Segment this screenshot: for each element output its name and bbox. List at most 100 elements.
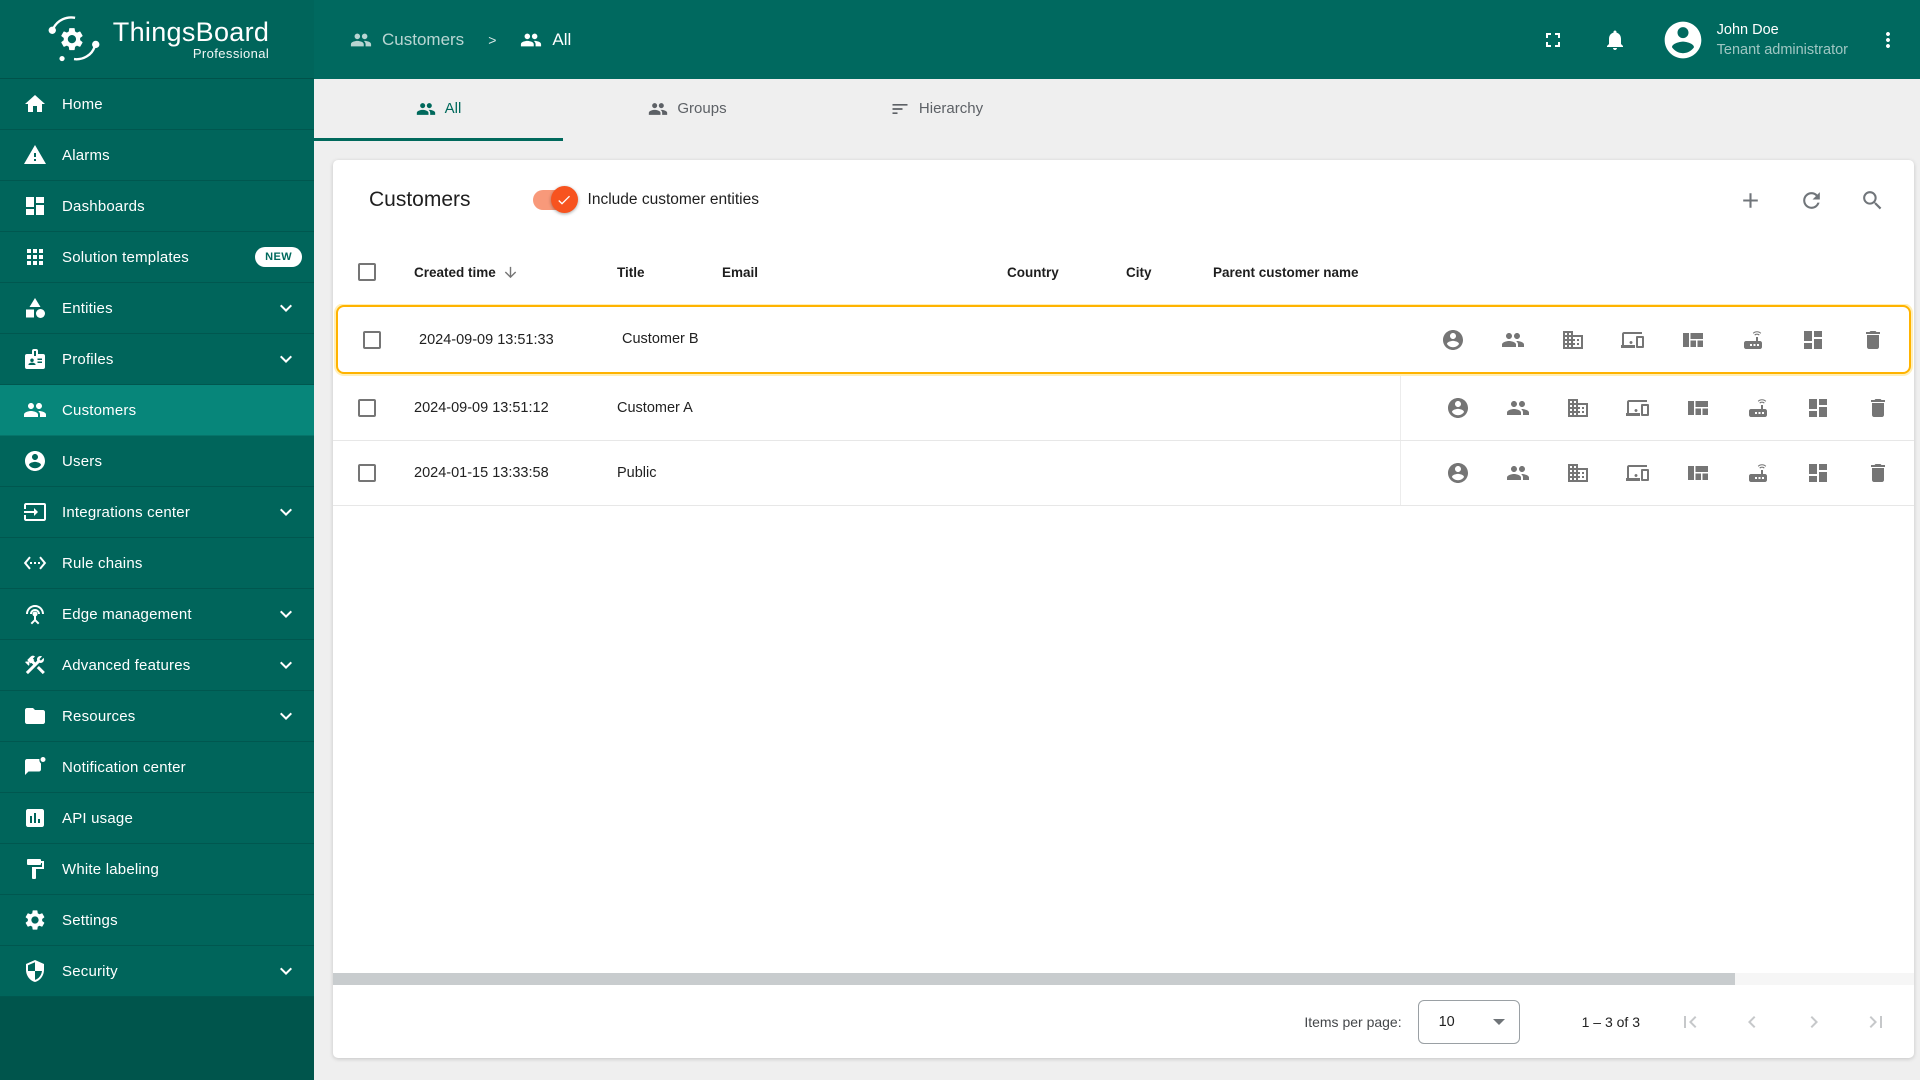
sidebar-item-security[interactable]: Security	[0, 946, 314, 997]
table-row[interactable]: 2024-09-09 13:51:12 Customer A	[333, 376, 1914, 441]
new-badge: NEW	[255, 247, 302, 267]
sidebar-item-alarms[interactable]: Alarms	[0, 130, 314, 181]
row-action-manage-dashboards[interactable]	[1806, 396, 1830, 420]
table-footer: Items per page: 10 1 – 3 of 3	[333, 985, 1914, 1058]
badge-icon	[25, 349, 45, 369]
breadcrumb: Customers > All	[350, 29, 571, 51]
table-row[interactable]: 2024-01-15 13:33:58 Public	[333, 441, 1914, 506]
building-icon	[1568, 399, 1588, 417]
settings-ethernet-icon	[23, 556, 47, 570]
sidebar-item-solution-templates[interactable]: Solution templates NEW	[0, 232, 314, 283]
row-checkbox[interactable]	[358, 464, 376, 482]
tab-hierarchy[interactable]: Hierarchy	[812, 79, 1061, 141]
column-header-city[interactable]: City	[1119, 265, 1206, 280]
sidebar-item-profiles[interactable]: Profiles	[0, 334, 314, 385]
sidebar-item-customers[interactable]: Customers	[0, 385, 314, 436]
row-action-manage-entity-views[interactable]	[1681, 328, 1705, 352]
row-action-manage-edges[interactable]	[1746, 461, 1770, 485]
cell-created-time: 2024-09-09 13:51:33	[419, 331, 554, 348]
chevron-down-icon	[280, 712, 292, 720]
app-logo[interactable]: ThingsBoard Professional	[0, 0, 314, 79]
page-range-label: 1 – 3 of 3	[1581, 1013, 1640, 1030]
user-menu-button[interactable]	[1868, 20, 1908, 60]
horizontal-scrollbar-thumb[interactable]	[333, 973, 1736, 985]
row-action-manage-customers[interactable]	[1501, 328, 1525, 352]
row-action-manage-users[interactable]	[1446, 461, 1470, 485]
user-avatar[interactable]	[1661, 18, 1705, 62]
column-header-parent-customer-name[interactable]: Parent customer name	[1206, 265, 1400, 280]
row-checkbox[interactable]	[358, 399, 376, 417]
column-header-country[interactable]: Country	[1000, 265, 1119, 280]
sidebar-item-rule-chains[interactable]: Rule chains	[0, 538, 314, 589]
last-page-button[interactable]	[1864, 1010, 1888, 1034]
input-icon	[24, 503, 46, 521]
sidebar-item-resources[interactable]: Resources	[0, 691, 314, 742]
row-action-manage-dashboards[interactable]	[1806, 461, 1830, 485]
add-customer-button[interactable]	[1730, 180, 1770, 220]
row-action-manage-devices[interactable]	[1621, 328, 1645, 352]
row-action-manage-assets[interactable]	[1561, 328, 1585, 352]
row-action-manage-assets[interactable]	[1566, 461, 1590, 485]
row-action-manage-users[interactable]	[1441, 328, 1465, 352]
sidebar-item-settings[interactable]: Settings	[0, 895, 314, 946]
next-page-button[interactable]	[1802, 1010, 1826, 1034]
sidebar-item-api-usage[interactable]: API usage	[0, 793, 314, 844]
sidebar-item-users[interactable]: Users	[0, 436, 314, 487]
sidebar-item-dashboards[interactable]: Dashboards	[0, 181, 314, 232]
toggle-switch[interactable]	[532, 186, 578, 213]
row-action-delete[interactable]	[1861, 328, 1885, 352]
sidebar-item-label: Dashboards	[62, 197, 145, 215]
devices-icon	[1626, 465, 1649, 481]
breadcrumb-parent[interactable]: Customers	[350, 29, 464, 51]
row-action-manage-assets[interactable]	[1566, 396, 1590, 420]
select-all-checkbox[interactable]	[358, 263, 376, 281]
refresh-button[interactable]	[1791, 180, 1831, 220]
sidebar-item-advanced-features[interactable]: Advanced features	[0, 640, 314, 691]
notifications-button[interactable]	[1595, 20, 1635, 60]
thingsboard-logo-icon	[48, 16, 100, 62]
column-header-created-time[interactable]: Created time	[407, 264, 610, 281]
row-action-manage-entity-views[interactable]	[1686, 461, 1710, 485]
sidebar-item-home[interactable]: Home	[0, 79, 314, 130]
row-action-manage-customers[interactable]	[1506, 396, 1530, 420]
row-action-delete[interactable]	[1866, 461, 1890, 485]
first-page-button[interactable]	[1678, 1010, 1702, 1034]
sidebar-item-notification-center[interactable]: Notification center	[0, 742, 314, 793]
row-action-delete[interactable]	[1866, 396, 1890, 420]
search-button[interactable]	[1852, 180, 1892, 220]
row-action-manage-dashboards[interactable]	[1801, 328, 1825, 352]
fullscreen-button[interactable]	[1533, 20, 1573, 60]
tab-groups[interactable]: Groups	[563, 79, 812, 141]
tabs-bar: All Groups Hierarchy	[314, 79, 1920, 141]
home-icon	[25, 95, 45, 112]
user-info[interactable]: John Doe Tenant administrator	[1717, 20, 1848, 60]
toggle-label: Include customer entities	[587, 191, 759, 208]
sidebar-item-entities[interactable]: Entities	[0, 283, 314, 334]
chevron-down-icon	[280, 967, 292, 975]
previous-page-button[interactable]	[1740, 1010, 1764, 1034]
row-action-manage-edges[interactable]	[1746, 396, 1770, 420]
router-icon	[1749, 464, 1767, 482]
sidebar-item-label: Notification center	[62, 758, 186, 776]
folder-icon	[25, 708, 45, 724]
tab-all[interactable]: All	[314, 79, 563, 141]
breadcrumb-current: All	[520, 29, 571, 51]
row-action-manage-customers[interactable]	[1506, 461, 1530, 485]
sidebar-item-white-labeling[interactable]: White labeling	[0, 844, 314, 895]
column-header-email[interactable]: Email	[715, 265, 1000, 280]
items-per-page-select[interactable]: 10	[1417, 999, 1520, 1044]
row-action-manage-edges[interactable]	[1741, 328, 1765, 352]
include-customer-entities-toggle[interactable]: Include customer entities	[532, 186, 759, 213]
row-action-manage-entity-views[interactable]	[1686, 396, 1710, 420]
row-action-manage-devices[interactable]	[1626, 461, 1650, 485]
account-circle-icon	[1443, 329, 1463, 350]
sidebar-item-edge-management[interactable]: Edge management	[0, 589, 314, 640]
topbar: Customers > All John Doe Tenant administ…	[314, 0, 1920, 79]
row-action-manage-users[interactable]	[1446, 396, 1470, 420]
table-row[interactable]: 2024-09-09 13:51:33 Customer B	[336, 305, 1911, 374]
row-checkbox[interactable]	[363, 330, 381, 349]
sidebar-item-integrations-center[interactable]: Integrations center	[0, 487, 314, 538]
column-header-title[interactable]: Title	[610, 265, 715, 280]
row-action-manage-devices[interactable]	[1626, 396, 1650, 420]
view-quilt-icon	[1688, 401, 1708, 415]
